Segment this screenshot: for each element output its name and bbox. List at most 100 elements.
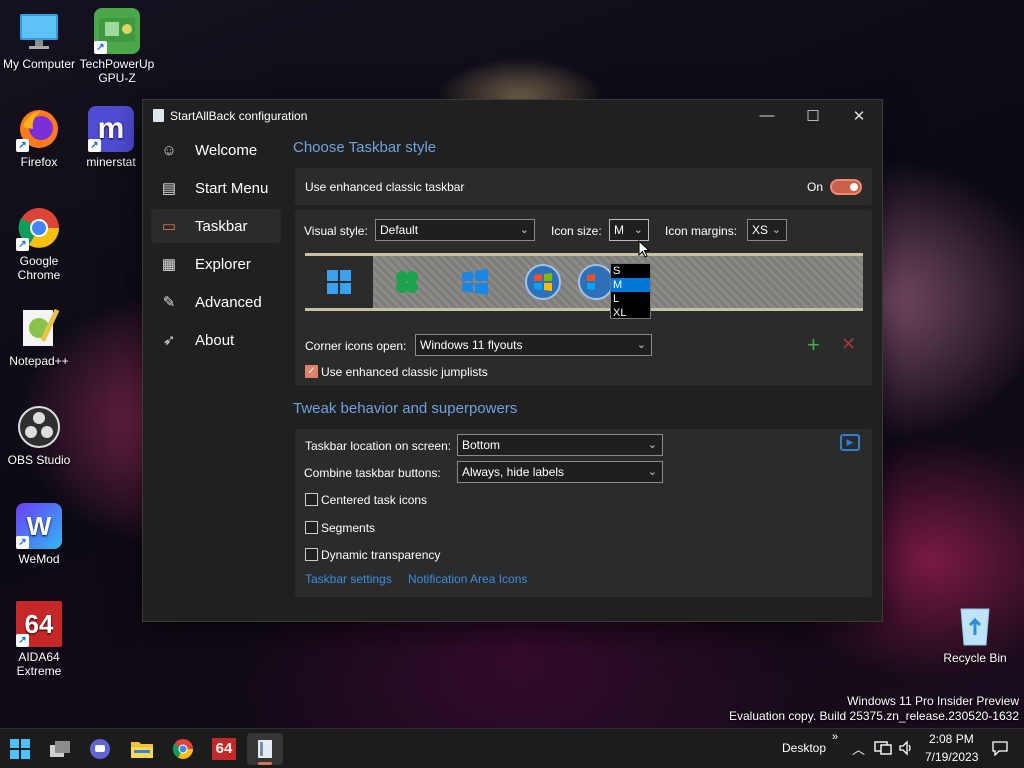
style-option-windows-green[interactable]	[373, 256, 441, 308]
maximize-button[interactable]: ☐	[790, 100, 836, 131]
desktop-icon-wemod[interactable]: W ↗ WeMod	[0, 503, 78, 566]
start-menu-icon: ▤	[161, 180, 177, 197]
volume-icon[interactable]	[898, 740, 914, 756]
segments-label: Segments	[321, 521, 376, 535]
startallback-icon	[153, 109, 164, 122]
icon-size-value: M	[614, 223, 624, 237]
icon-margins-select[interactable]: XS ⌄	[747, 219, 787, 241]
combine-label: Combine taskbar buttons:	[304, 466, 441, 480]
sidebar-item-label: Welcome	[195, 141, 258, 159]
taskbar-settings-link[interactable]: Taskbar settings	[305, 572, 392, 586]
icon-margins-value: XS	[752, 223, 769, 237]
watermark-line1: Windows 11 Pro Insider Preview	[847, 694, 1019, 708]
desktop-toolbar-label[interactable]: Desktop	[782, 741, 826, 755]
window-title: StartAllBack configuration	[170, 108, 308, 123]
taskbar-style-preview	[305, 253, 863, 311]
icon-size-option-m[interactable]: M	[611, 278, 650, 292]
style-option-windows7[interactable]	[509, 256, 577, 308]
corner-icons-value: Windows 11 flyouts	[420, 338, 523, 352]
sidebar-item-advanced[interactable]: ✎ Advanced	[151, 285, 281, 319]
section-title-tweak: Tweak behavior and superpowers	[293, 400, 518, 417]
icon-size-option-xl[interactable]: XL	[611, 306, 650, 320]
dynamic-transparency-checkbox[interactable]	[305, 548, 318, 561]
wemod-icon: W ↗	[16, 503, 62, 549]
close-button[interactable]: ✕	[836, 100, 882, 131]
network-icon[interactable]	[874, 740, 892, 756]
corner-icons-select[interactable]: Windows 11 flyouts ⌄	[415, 334, 652, 356]
title-bar[interactable]: StartAllBack configuration — ☐ ✕	[143, 100, 882, 131]
sidebar-item-welcome[interactable]: ☺ Welcome	[151, 133, 281, 167]
windows-logo-icon	[10, 739, 30, 759]
sidebar-item-explorer[interactable]: ▦ Explorer	[151, 247, 281, 281]
sidebar-item-start-menu[interactable]: ▤ Start Menu	[151, 171, 281, 205]
desktop-icon-notepadpp[interactable]: Notepad++	[0, 305, 78, 368]
clock-time[interactable]: 2:08 PM	[929, 732, 974, 746]
enhanced-taskbar-label: Use enhanced classic taskbar	[305, 179, 465, 194]
chevron-down-icon: ⌄	[647, 466, 657, 478]
segments-checkbox[interactable]	[305, 521, 318, 534]
desktop-icon-my-computer[interactable]: My Computer	[0, 8, 78, 71]
teams-chat-button[interactable]	[82, 733, 118, 765]
sidebar-item-label: Advanced	[195, 293, 262, 311]
desktop-icon-recycle-bin[interactable]: Recycle Bin	[936, 602, 1014, 665]
desktop-icon-label: minerstat	[86, 155, 136, 169]
combine-select[interactable]: Always, hide labels ⌄	[457, 461, 663, 483]
task-view-icon	[50, 741, 70, 757]
section-title-taskbar-style: Choose Taskbar style	[293, 139, 437, 156]
sidebar-item-taskbar[interactable]: ▭ Taskbar	[151, 209, 281, 243]
sidebar: ☺ Welcome ▤ Start Menu ▭ Taskbar ▦ Explo…	[151, 133, 281, 361]
sidebar-item-about[interactable]: ➶ About	[151, 323, 281, 357]
content-pane: Choose Taskbar style Use enhanced classi…	[293, 133, 873, 597]
jumplists-checkbox[interactable]: ✓	[305, 365, 318, 378]
desktop-icon-chrome[interactable]: ↗ Google Chrome	[0, 205, 78, 282]
chevron-down-icon: ⌄	[771, 224, 781, 236]
icon-size-option-l[interactable]: L	[611, 292, 650, 306]
desktop-icon-aida64[interactable]: 64 ↗ AIDA64 Extreme	[0, 601, 78, 678]
desktop-icon-gpu-z[interactable]: ↗ TechPowerUp GPU-Z	[78, 8, 156, 85]
folder-icon: ▦	[161, 256, 177, 273]
start-button[interactable]	[2, 733, 38, 765]
task-view-button[interactable]	[42, 733, 78, 765]
style-option-windows10[interactable]	[441, 256, 509, 308]
chevron-double-icon[interactable]: »	[832, 731, 838, 743]
aida64-taskbar-button[interactable]: 64	[206, 733, 242, 765]
notification-center-icon[interactable]	[992, 740, 1008, 756]
style-option-windows11[interactable]	[305, 256, 373, 308]
desktop-icon-label: Google Chrome	[17, 254, 61, 282]
notification-area-icons-link[interactable]: Notification Area Icons	[408, 572, 527, 586]
chrome-icon	[172, 739, 193, 759]
chrome-taskbar-button[interactable]	[165, 733, 201, 765]
taskbar-icon: ▭	[161, 218, 177, 235]
desktop-icon-firefox[interactable]: ↗ Firefox	[0, 106, 78, 169]
location-value: Bottom	[462, 438, 501, 452]
minimize-button[interactable]: —	[744, 100, 790, 131]
play-video-icon[interactable]: ▶	[840, 434, 860, 451]
centered-icons-checkbox[interactable]	[305, 493, 318, 506]
file-explorer-button[interactable]	[124, 733, 160, 765]
desktop-icon-label: My Computer	[2, 57, 76, 71]
icon-size-option-s[interactable]: S	[611, 264, 650, 278]
obs-icon	[16, 404, 62, 450]
location-select[interactable]: Bottom ⌄	[457, 434, 663, 456]
centered-icons-label: Centered task icons	[321, 493, 428, 507]
windows11-logo-icon	[327, 270, 351, 294]
chevron-down-icon: ⌄	[519, 224, 529, 236]
tray-expand-icon[interactable]: ︿	[852, 739, 865, 758]
visual-style-select[interactable]: Default ⌄	[375, 219, 535, 241]
icon-size-select[interactable]: M ⌄	[609, 219, 649, 241]
enhanced-taskbar-toggle[interactable]	[830, 178, 862, 195]
chevron-down-icon: ⌄	[636, 339, 646, 351]
desktop-icon-minerstat[interactable]: m ↗ minerstat	[78, 106, 144, 169]
about-icon: ➶	[162, 332, 176, 349]
add-icon[interactable]: +	[807, 332, 820, 358]
desktop-icon-obs[interactable]: OBS Studio	[0, 404, 78, 467]
wrench-icon: ✎	[162, 294, 176, 311]
chevron-down-icon: ⌄	[633, 224, 643, 236]
clock-date[interactable]: 7/19/2023	[925, 750, 978, 764]
startallback-taskbar-button[interactable]	[247, 733, 283, 765]
remove-icon[interactable]: ✕	[841, 334, 856, 355]
tweak-card: Taskbar location on screen: Bottom ⌄ ▶ C…	[295, 429, 872, 597]
icon-size-dropdown-list: S M L XL	[610, 263, 651, 319]
sidebar-item-label: Taskbar	[195, 217, 248, 235]
mouse-cursor-icon	[638, 240, 651, 258]
